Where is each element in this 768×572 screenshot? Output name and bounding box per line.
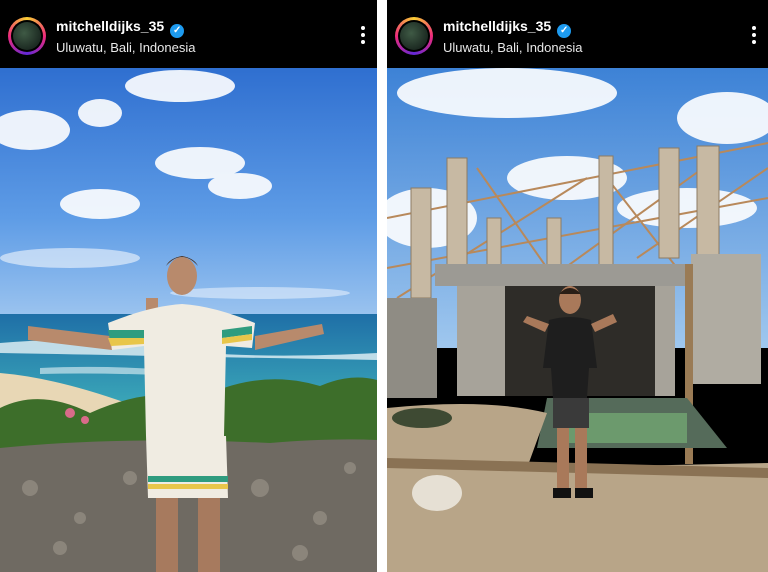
avatar[interactable] [398, 20, 430, 52]
post-right: mitchelldijks_35 ✓ Uluwatu, Bali, Indones… [387, 0, 768, 572]
username-row[interactable]: mitchelldijks_35 ✓ [56, 18, 185, 38]
username-row[interactable]: mitchelldijks_35 ✓ [443, 18, 572, 38]
location[interactable]: Uluwatu, Bali, Indonesia [443, 40, 582, 55]
post-photo[interactable] [0, 68, 377, 572]
avatar[interactable] [11, 20, 43, 52]
post-header: mitchelldijks_35 ✓ Uluwatu, Bali, Indones… [0, 0, 377, 68]
avatar-story-ring[interactable] [395, 17, 433, 55]
beach-cliff-photo-icon [0, 68, 377, 572]
post-header: mitchelldijks_35 ✓ Uluwatu, Bali, Indones… [387, 0, 768, 68]
username[interactable]: mitchelldijks_35 [443, 18, 551, 34]
construction-site-photo-icon [387, 68, 768, 572]
avatar-story-ring[interactable] [8, 17, 46, 55]
post-left: mitchelldijks_35 ✓ Uluwatu, Bali, Indones… [0, 0, 377, 572]
username[interactable]: mitchelldijks_35 [56, 18, 164, 34]
verified-badge-icon: ✓ [170, 24, 185, 38]
more-options-icon[interactable] [752, 26, 756, 44]
location[interactable]: Uluwatu, Bali, Indonesia [56, 40, 195, 55]
verified-badge-icon: ✓ [557, 24, 572, 38]
more-options-icon[interactable] [361, 26, 365, 44]
post-photo[interactable] [387, 68, 768, 572]
